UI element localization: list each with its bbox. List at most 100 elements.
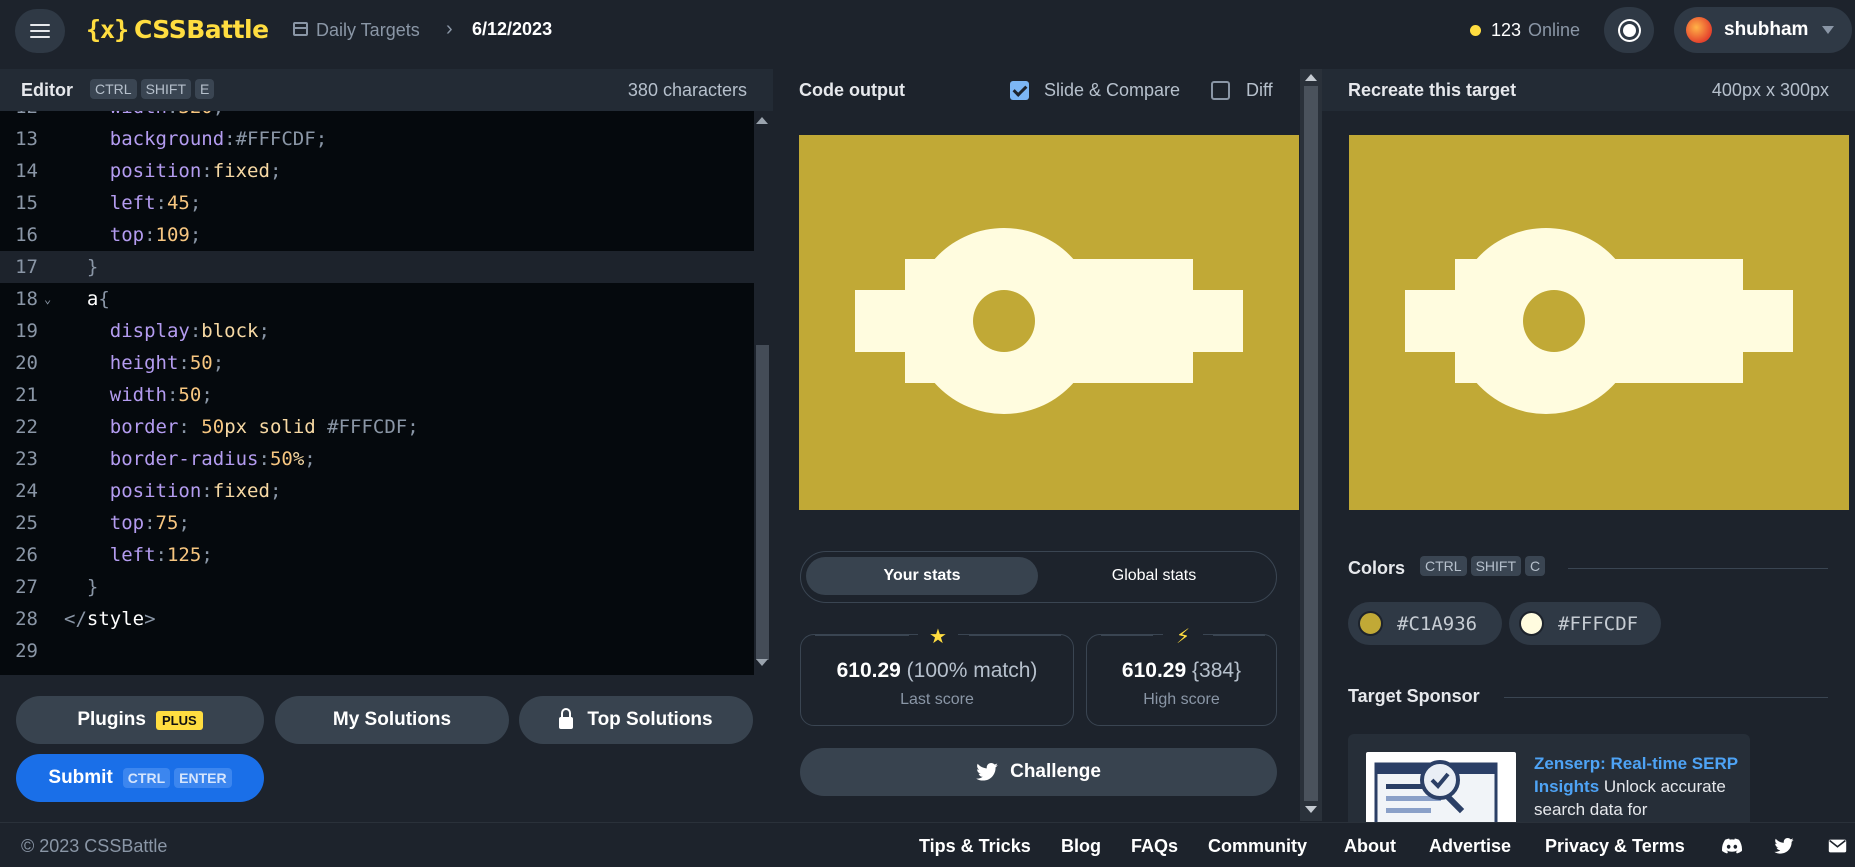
code-line[interactable]: 28 </style>	[0, 603, 754, 635]
twitter-icon[interactable]	[1774, 838, 1794, 854]
editor-scrollbar-thumb[interactable]	[756, 345, 769, 660]
scroll-down-icon[interactable]	[1305, 806, 1317, 813]
line-number: 22	[15, 416, 38, 438]
line-number: 25	[15, 512, 38, 534]
char-count: 380 characters	[627, 80, 747, 100]
code-line[interactable]: 20 height:50;	[0, 347, 754, 379]
code-text: position:fixed;	[109, 160, 282, 182]
color-swatch-1[interactable]: #C1A936	[1348, 602, 1502, 645]
editor-header: Editor CTRL SHIFT E 380 characters	[0, 69, 773, 111]
color-dot	[1358, 611, 1383, 636]
code-line[interactable]: 17 }	[0, 251, 754, 283]
tab-global-stats[interactable]: Global stats	[1038, 557, 1270, 595]
my-solutions-button[interactable]: My Solutions	[275, 696, 509, 744]
divider	[1504, 697, 1828, 698]
line-number: 27	[15, 576, 38, 598]
sponsor-image	[1366, 752, 1516, 824]
code-line[interactable]: 13 background:#FFFCDF;	[0, 123, 754, 155]
challenge-button[interactable]: Challenge	[800, 748, 1277, 796]
menu-button[interactable]	[15, 9, 65, 53]
code-line[interactable]: 23 border-radius:50%;	[0, 443, 754, 475]
plugins-button[interactable]: Plugins PLUS	[16, 696, 264, 744]
footer-link-community[interactable]: Community	[1208, 836, 1307, 857]
panel-divider-thumb[interactable]	[1304, 86, 1318, 801]
slide-compare-label[interactable]: Slide & Compare	[1044, 80, 1180, 101]
divider	[815, 635, 909, 636]
code-text: background:#FFFCDF;	[109, 128, 328, 150]
discord-icon[interactable]	[1722, 838, 1742, 854]
kbd-enter: ENTER	[174, 768, 232, 788]
code-line[interactable]: 26 left:125;	[0, 539, 754, 571]
high-score-card: ⚡ 610.29 {384} High score	[1086, 624, 1277, 726]
high-score-label: High score	[1143, 691, 1220, 708]
lock-icon	[559, 708, 574, 729]
scroll-down-icon[interactable]	[756, 659, 768, 666]
code-text: width:50;	[109, 384, 213, 406]
line-number: 17	[15, 256, 38, 278]
code-line[interactable]: 15 left:45;	[0, 187, 754, 219]
tab-your-stats[interactable]: Your stats	[806, 557, 1038, 595]
code-output-canvas[interactable]	[799, 135, 1299, 510]
footer-link-advertise[interactable]: Advertise	[1429, 836, 1511, 857]
code-line[interactable]: 24 position:fixed;	[0, 475, 754, 507]
code-line[interactable]: 16 top:109;	[0, 219, 754, 251]
code-line[interactable]: 19 display:block;	[0, 315, 754, 347]
last-score-detail: (100% match)	[906, 659, 1038, 682]
diff-checkbox[interactable]	[1211, 81, 1230, 100]
footer-link-about[interactable]: About	[1344, 836, 1396, 857]
star-icon: ★	[918, 624, 958, 649]
sponsor-card[interactable]: Zenserp: Real-time SERP Insights Unlock …	[1348, 734, 1750, 824]
code-line[interactable]: 12 width:320;	[0, 111, 754, 123]
kbd-shift: SHIFT	[1470, 556, 1522, 576]
code-text: border-radius:50%;	[109, 448, 316, 470]
fold-chevron-icon[interactable]: ⌄	[44, 283, 51, 315]
output-hole	[973, 290, 1035, 352]
logo-mark[interactable]: {x}	[86, 15, 129, 44]
logo-text[interactable]: CSSBattle	[134, 15, 269, 44]
scroll-up-icon[interactable]	[756, 117, 768, 124]
last-score-number: 610.29	[836, 659, 901, 682]
colors-title: Colors	[1348, 558, 1406, 578]
diff-label[interactable]: Diff	[1246, 80, 1273, 101]
color-swatch-2[interactable]: #FFFCDF	[1509, 602, 1661, 645]
code-text: position:fixed;	[109, 480, 282, 502]
code-text: </style>	[64, 608, 156, 630]
high-score-number: 610.29	[1121, 659, 1187, 682]
code-text: border: 50px solid #FFFCDF;	[109, 416, 419, 438]
code-line[interactable]: 14 position:fixed;	[0, 155, 754, 187]
online-status-icon	[1470, 25, 1481, 36]
top-solutions-button[interactable]: Top Solutions	[519, 696, 753, 744]
submit-button[interactable]: Submit CTRL ENTER	[16, 754, 264, 802]
theme-toggle-button[interactable]	[1604, 7, 1654, 53]
footer-link-blog[interactable]: Blog	[1061, 836, 1101, 857]
divider	[1568, 568, 1828, 569]
code-line[interactable]: 18 ⌄ a{	[0, 283, 754, 315]
code-editor[interactable]: 12 width:320;13 background:#FFFCDF;14 po…	[0, 111, 754, 675]
breadcrumb-daily-targets[interactable]: Daily Targets	[316, 20, 420, 41]
user-menu-button[interactable]: shubham	[1674, 7, 1852, 53]
breadcrumb-date: 6/12/2023	[472, 19, 553, 39]
kbd-c: C	[1525, 556, 1546, 576]
scroll-up-icon[interactable]	[1305, 74, 1317, 81]
code-line[interactable]: 27 }	[0, 571, 754, 603]
kbd-ctrl: CTRL	[90, 79, 137, 99]
line-number: 16	[15, 224, 38, 246]
code-line[interactable]: 22 border: 50px solid #FFFCDF;	[0, 411, 754, 443]
twitter-icon	[976, 763, 998, 781]
mail-icon[interactable]	[1828, 838, 1847, 854]
copyright: © 2023 CSSBattle	[21, 836, 168, 856]
line-number: 18	[15, 288, 38, 310]
line-number: 29	[15, 640, 38, 662]
footer-link-privacy[interactable]: Privacy & Terms	[1545, 836, 1685, 857]
footer-link-tips[interactable]: Tips & Tricks	[919, 836, 1031, 857]
line-number: 12	[0, 111, 38, 123]
line-number: 20	[15, 352, 38, 374]
slide-compare-checkbox[interactable]	[1010, 81, 1029, 100]
footer-link-faqs[interactable]: FAQs	[1131, 836, 1178, 857]
code-line[interactable]: 21 width:50;	[0, 379, 754, 411]
divider	[1213, 635, 1265, 636]
code-line[interactable]: 25 top:75;	[0, 507, 754, 539]
kbd-ctrl: CTRL	[122, 768, 171, 788]
my-solutions-label: My Solutions	[332, 709, 452, 730]
code-line[interactable]: 29	[0, 635, 754, 667]
